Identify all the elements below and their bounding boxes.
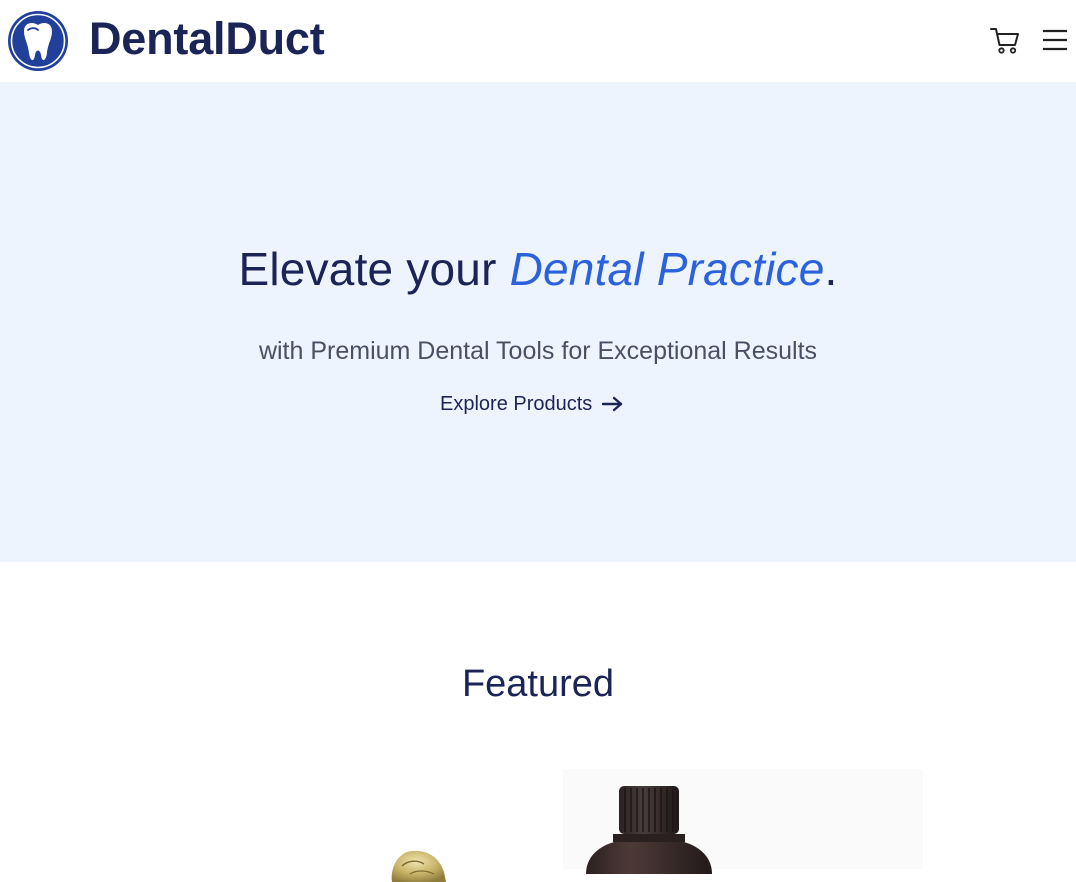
featured-heading: Featured <box>461 663 615 705</box>
hero-title-suffix: . <box>824 243 838 295</box>
hero-title: Elevate your Dental Practice. <box>0 240 1076 298</box>
arrow-right-icon <box>602 396 623 412</box>
product-image-dental-crown[interactable] <box>388 842 446 882</box>
hero-title-accent: Dental Practice <box>509 243 825 295</box>
hero-title-prefix: Elevate your <box>238 243 510 295</box>
cart-icon[interactable] <box>989 25 1021 55</box>
hero-subtitle: with Premium Dental Tools for Exceptiona… <box>258 337 818 365</box>
explore-products-label: Explore Products <box>440 392 593 415</box>
tooth-logo-icon[interactable] <box>6 9 70 73</box>
hamburger-menu-icon[interactable] <box>1041 27 1069 53</box>
site-header: DentalDuct <box>0 0 1076 82</box>
brand-name[interactable]: DentalDuct <box>89 11 325 67</box>
product-image-resin-bottle[interactable] <box>580 784 716 874</box>
explore-products-link[interactable]: Explore Products <box>440 389 624 419</box>
hero-section: Elevate your Dental Practice. with Premi… <box>0 82 1076 562</box>
